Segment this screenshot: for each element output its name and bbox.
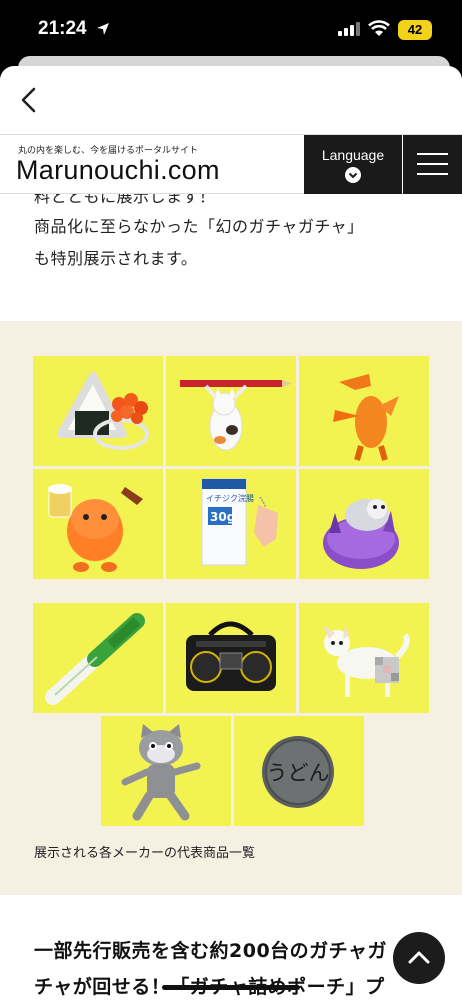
site-logo[interactable]: Marunouchi.com: [16, 155, 220, 186]
product-hedgehog-amethyst: [299, 469, 429, 579]
back-chevron-icon[interactable]: [14, 84, 46, 116]
language-button[interactable]: Language: [304, 135, 402, 194]
gallery-caption: 展示される各メーカーの代表商品一覧: [34, 846, 256, 861]
article-text-line: も特別展示されます。: [34, 249, 198, 268]
product-onigiri-ring: [33, 356, 163, 466]
location-arrow-icon: [97, 23, 109, 35]
cellular-signal-icon: [338, 22, 360, 36]
product-radio-cassette: [166, 603, 296, 713]
status-bar: 21:24 42: [0, 0, 462, 58]
menu-line: [417, 163, 448, 165]
product-orange-creature: [299, 356, 429, 466]
product-medicine-box: イチジク浣腸 30g: [166, 469, 296, 579]
browser-sheet: 丸の内を楽しむ、今を届けるポータルサイト Marunouchi.com Lang…: [0, 66, 462, 1000]
product-grey-cat: [101, 716, 231, 826]
home-indicator: [162, 985, 300, 990]
menu-line: [417, 153, 448, 155]
product-udon-badge: うどん: [234, 716, 364, 826]
medicine-size: 30g: [210, 510, 235, 524]
language-label: Language: [321, 147, 385, 163]
product-orange-mascot: [33, 469, 163, 579]
hamburger-menu-button[interactable]: [403, 135, 462, 194]
udon-text: うどん: [267, 761, 330, 785]
battery-indicator: 42: [398, 20, 432, 40]
medicine-label: イチジク浣腸: [206, 493, 254, 503]
article-text-line: 商品化に至らなかった「幻のガチャガチャ」: [34, 217, 364, 236]
menu-line: [417, 173, 448, 175]
section-heading: 一部先行販売を含む約200台のガチャガ: [34, 940, 387, 962]
product-cat-pencil: [166, 356, 296, 466]
site-header: 丸の内を楽しむ、今を届けるポータルサイト Marunouchi.com Lang…: [0, 134, 462, 194]
wifi-icon: [368, 20, 390, 36]
scroll-to-top-button[interactable]: [393, 932, 445, 984]
product-green-onion: [33, 603, 163, 713]
status-time: 21:24: [38, 18, 87, 39]
product-chihuahua: [299, 603, 429, 713]
chevron-down-icon: [345, 167, 361, 183]
chevron-up-icon: [408, 951, 430, 964]
